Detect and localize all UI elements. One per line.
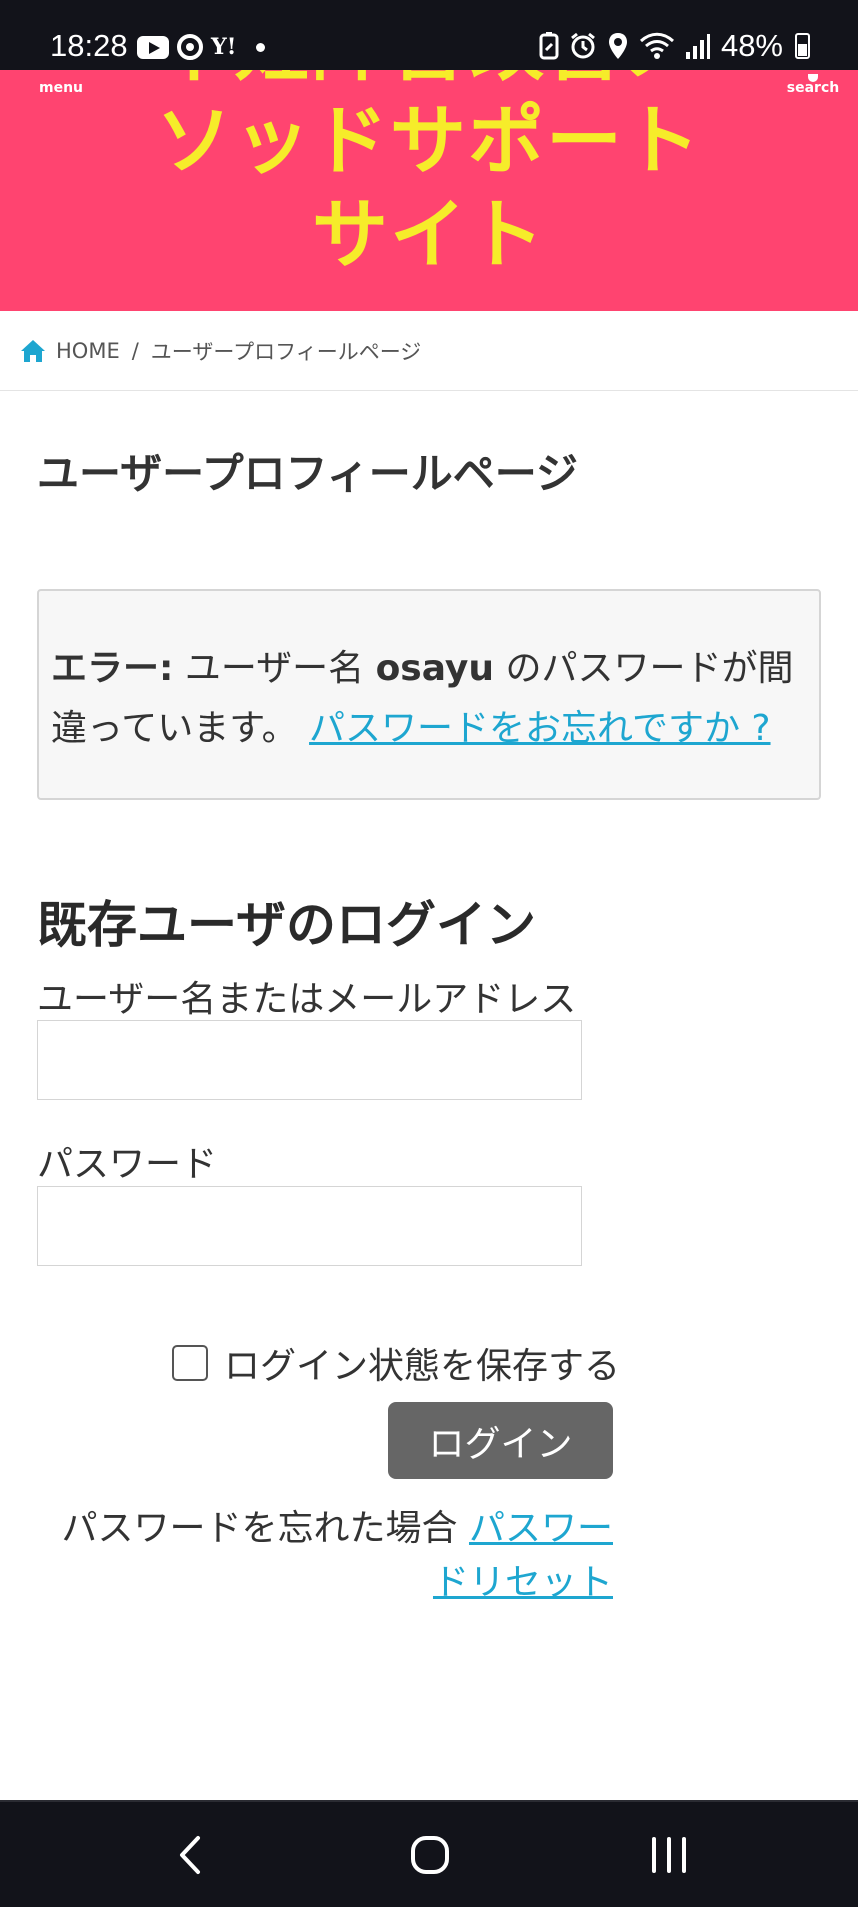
search-button[interactable]: search <box>778 74 848 96</box>
error-message: エラー: ユーザー名 osayu のパスワードが間違っています。 パスワードをお… <box>37 589 821 800</box>
signal-icon <box>685 34 710 59</box>
breadcrumb-current: ユーザープロフィールページ <box>150 339 422 364</box>
login-button[interactable]: ログイン <box>388 1402 613 1479</box>
site-header: 不妊障害改善メソッドサポートサイト menu search <box>0 70 858 311</box>
error-username: osayu <box>375 648 495 689</box>
error-label: エラー: <box>51 648 174 689</box>
lost-password-link[interactable]: パスワードをお忘れですか ? <box>309 708 770 749</box>
error-text-before: ユーザー名 <box>173 648 376 689</box>
yahoo-icon: Y! <box>211 34 237 60</box>
battery-saver-icon <box>539 32 559 60</box>
remember-me[interactable]: ログイン状態を保存する <box>172 1337 620 1389</box>
system-icons: 48% <box>539 28 810 64</box>
recent-apps-icon[interactable] <box>640 1830 700 1880</box>
breadcrumb: HOME / ユーザープロフィールページ <box>0 311 858 391</box>
home-button-icon[interactable] <box>400 1830 460 1880</box>
notification-icons: Y! <box>137 34 266 60</box>
battery-percent: 48% <box>720 28 783 63</box>
battery-icon <box>795 33 810 59</box>
home-icon[interactable] <box>20 339 46 363</box>
remember-me-checkbox[interactable] <box>172 1345 208 1381</box>
breadcrumb-separator: / <box>131 338 139 363</box>
remember-me-label: ログイン状態を保存する <box>224 1346 621 1387</box>
page-title: ユーザープロフィールページ <box>37 449 578 498</box>
login-heading: 既存ユーザのログイン <box>37 896 536 954</box>
more-notifications-dot-icon <box>256 42 266 52</box>
location-icon <box>608 33 627 59</box>
back-icon[interactable] <box>162 1830 222 1880</box>
alarm-icon <box>571 32 595 59</box>
site-title[interactable]: 不妊障害改善メソッドサポートサイト <box>120 70 738 282</box>
password-input[interactable] <box>37 1186 582 1266</box>
youtube-icon <box>137 35 169 59</box>
menu-button[interactable]: menu <box>26 80 96 96</box>
forgot-password-text: パスワードを忘れた場合 <box>61 1508 469 1549</box>
status-bar: 18:28 Y! 48% <box>0 0 858 70</box>
navigation-bar <box>0 1800 858 1907</box>
username-input[interactable] <box>37 1020 582 1100</box>
password-label: パスワード <box>37 1144 218 1185</box>
breadcrumb-home-link[interactable]: HOME <box>56 339 120 363</box>
chrome-icon <box>177 34 203 60</box>
status-time: 18:28 <box>50 28 128 63</box>
username-label: ユーザー名またはメールアドレス <box>37 979 577 1020</box>
wifi-icon <box>639 32 674 59</box>
forgot-password: パスワードを忘れた場合 パスワードリセット <box>60 1502 613 1610</box>
